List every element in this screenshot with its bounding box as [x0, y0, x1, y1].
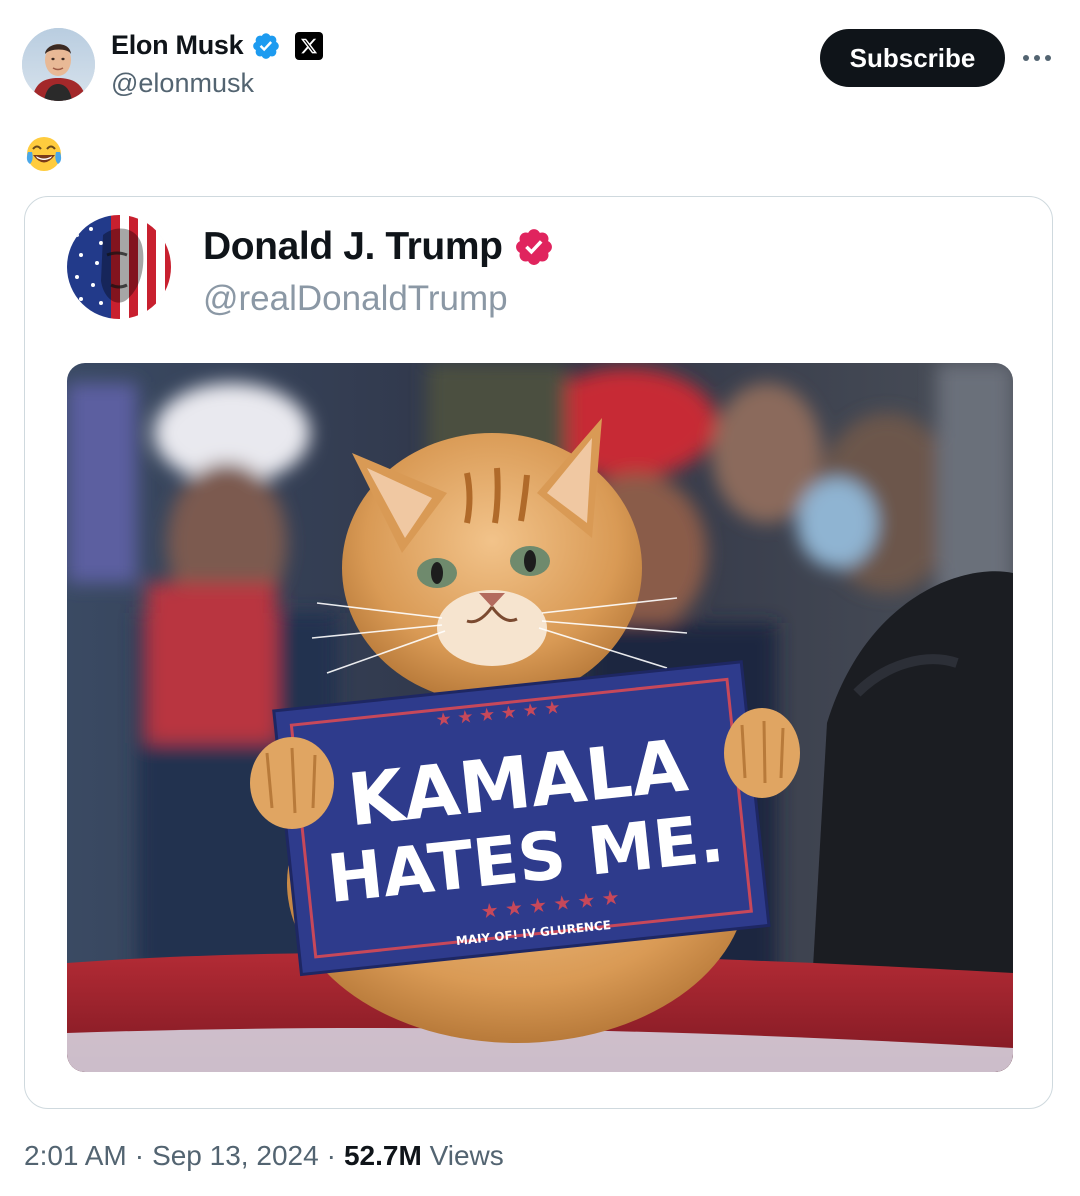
- x-logo-icon[interactable]: [295, 31, 324, 60]
- author-handle[interactable]: @elonmusk: [111, 68, 254, 99]
- quoted-author-avatar[interactable]: [67, 215, 171, 319]
- subscribe-button[interactable]: Subscribe: [820, 29, 1005, 87]
- more-options-icon[interactable]: [1020, 44, 1054, 72]
- author-display-name[interactable]: Elon Musk: [111, 30, 244, 61]
- quoted-display-name[interactable]: Donald J. Trump: [203, 225, 503, 269]
- author-name-row: Elon Musk: [111, 30, 324, 61]
- tweet: Elon Musk @elonmusk Subscribe Donald J. …: [0, 0, 1080, 1196]
- views-label: Views: [429, 1140, 504, 1171]
- tears-of-joy-emoji-icon: [26, 137, 62, 171]
- tweet-meta: 2:01 AM · Sep 13, 2024 · 52.7M Views: [24, 1140, 504, 1171]
- quoted-name-row: Donald J. Trump: [203, 225, 555, 269]
- tweet-date[interactable]: Sep 13, 2024: [152, 1140, 319, 1171]
- verified-badge-icon[interactable]: [251, 31, 281, 61]
- tweet-time[interactable]: 2:01 AM: [24, 1140, 127, 1171]
- quoted-tweet-card[interactable]: Donald J. Trump @realDonaldTrump ★ ★ ★ ★…: [24, 196, 1053, 1109]
- author-avatar[interactable]: [22, 28, 95, 101]
- verified-badge-icon: [515, 229, 552, 265]
- quoted-media-image[interactable]: ★ ★ ★ ★ ★ ★ KAMALA HATES ME. ★ ★ ★ ★ ★ ★…: [67, 363, 1013, 1072]
- quoted-handle[interactable]: @realDonaldTrump: [203, 279, 508, 319]
- views-count: 52.7M: [343, 1140, 422, 1171]
